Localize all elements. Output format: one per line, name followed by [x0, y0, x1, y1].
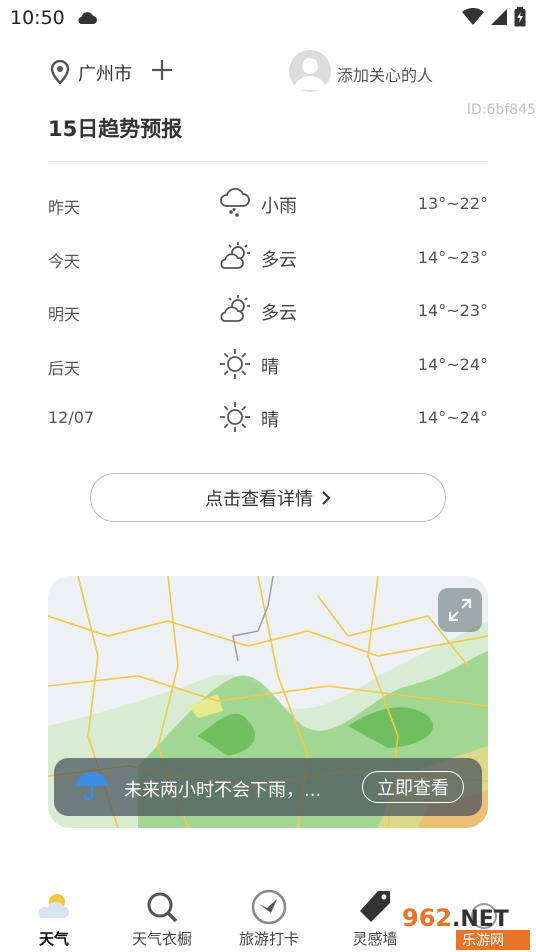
- tab-travel[interactable]: 旅游打卡: [219, 884, 319, 952]
- add-city-button[interactable]: [150, 58, 174, 86]
- battery-icon: [514, 7, 526, 31]
- rain-icon: [218, 186, 252, 220]
- partly-cloudy-icon: [218, 240, 252, 274]
- location-pin-icon[interactable]: [50, 59, 70, 88]
- forecast-temp: 14°~24°: [417, 408, 488, 427]
- forecast-condition: 晴: [261, 356, 279, 378]
- forecast-title: 15日趋势预报: [48, 117, 183, 141]
- avatar[interactable]: [289, 50, 331, 92]
- status-icons: [462, 7, 526, 31]
- forecast-day: 明天: [48, 305, 81, 324]
- forecast-day: 后天: [48, 358, 81, 378]
- forecast-day: 今天: [48, 251, 81, 271]
- svg-text:.NET: .NET: [452, 907, 509, 932]
- chevron-right-icon: [321, 490, 331, 506]
- travel-bird-icon: [250, 888, 288, 930]
- sun-icon: [218, 400, 252, 434]
- forecast-temp: 14°~23°: [417, 301, 488, 320]
- site-watermark: 962 .NET 乐游网: [396, 894, 536, 952]
- forecast-row[interactable]: 12/07 晴 14°~24°: [48, 392, 488, 446]
- tag-icon: [356, 888, 394, 930]
- forecast-row[interactable]: 明天 多云 14°~23°: [48, 285, 488, 339]
- forecast-condition: 多云: [261, 303, 297, 324]
- watermark-id: ID:6bf845: [466, 102, 536, 118]
- wifi-icon: [462, 7, 484, 30]
- tab-label: 天气: [38, 930, 69, 948]
- status-time: 10:50: [10, 7, 65, 29]
- wardrobe-search-icon: [143, 888, 181, 930]
- svg-text:乐游网: 乐游网: [462, 933, 504, 949]
- forecast-list: 昨天 小雨 13°~22° 今天 多云 14°~23° 明天 多云 14°~23…: [48, 178, 488, 446]
- umbrella-icon: [74, 768, 110, 808]
- forecast-temp: 14°~24°: [417, 354, 488, 374]
- tab-label: 天气衣橱: [131, 930, 192, 948]
- forecast-row[interactable]: 今天 多云 14°~23°: [48, 232, 488, 286]
- sun-icon: [218, 347, 252, 381]
- expand-icon: [447, 597, 473, 623]
- forecast-temp: 13°~22°: [417, 194, 488, 213]
- forecast-day: 昨天: [48, 198, 81, 217]
- divider: [48, 161, 488, 162]
- site-watermark-logo: 962 .NET 乐游网: [396, 894, 536, 952]
- forecast-condition: 多云: [261, 249, 297, 271]
- view-details-label: 点击查看详情: [205, 488, 313, 510]
- forecast-row[interactable]: 昨天 小雨 13°~22°: [48, 178, 488, 232]
- add-care-person-link[interactable]: 添加关心的人: [337, 62, 433, 86]
- svg-text:962: 962: [402, 904, 452, 932]
- cloud-status-icon: [76, 9, 98, 29]
- view-details-button[interactable]: 点击查看详情: [90, 473, 446, 522]
- tab-label: 旅游打卡: [238, 930, 299, 948]
- forecast-condition: 晴: [261, 410, 279, 431]
- forecast-day: 12/07: [48, 408, 95, 427]
- rain-forecast-bar: 未来两小时不会下雨，... 立即查看: [54, 758, 482, 816]
- view-now-button[interactable]: 立即查看: [362, 771, 464, 803]
- tab-weather[interactable]: 天气: [4, 884, 104, 952]
- expand-map-button[interactable]: [438, 588, 482, 632]
- partly-cloudy-icon: [218, 293, 252, 327]
- city-name[interactable]: 广州市: [78, 60, 132, 86]
- weather-icon: [35, 888, 73, 930]
- rain-radar-map[interactable]: 未来两小时不会下雨，... 立即查看: [48, 576, 488, 828]
- tab-wardrobe[interactable]: 天气衣橱: [112, 884, 212, 952]
- forecast-condition: 小雨: [261, 196, 297, 217]
- forecast-row[interactable]: 后天 晴 14°~24°: [48, 339, 488, 393]
- forecast-temp: 14°~23°: [417, 247, 488, 267]
- signal-icon: [490, 8, 508, 30]
- rain-forecast-message: 未来两小时不会下雨，...: [124, 780, 322, 801]
- status-bar: 10:50: [0, 0, 536, 36]
- header: 广州市 添加关心的人: [0, 46, 536, 98]
